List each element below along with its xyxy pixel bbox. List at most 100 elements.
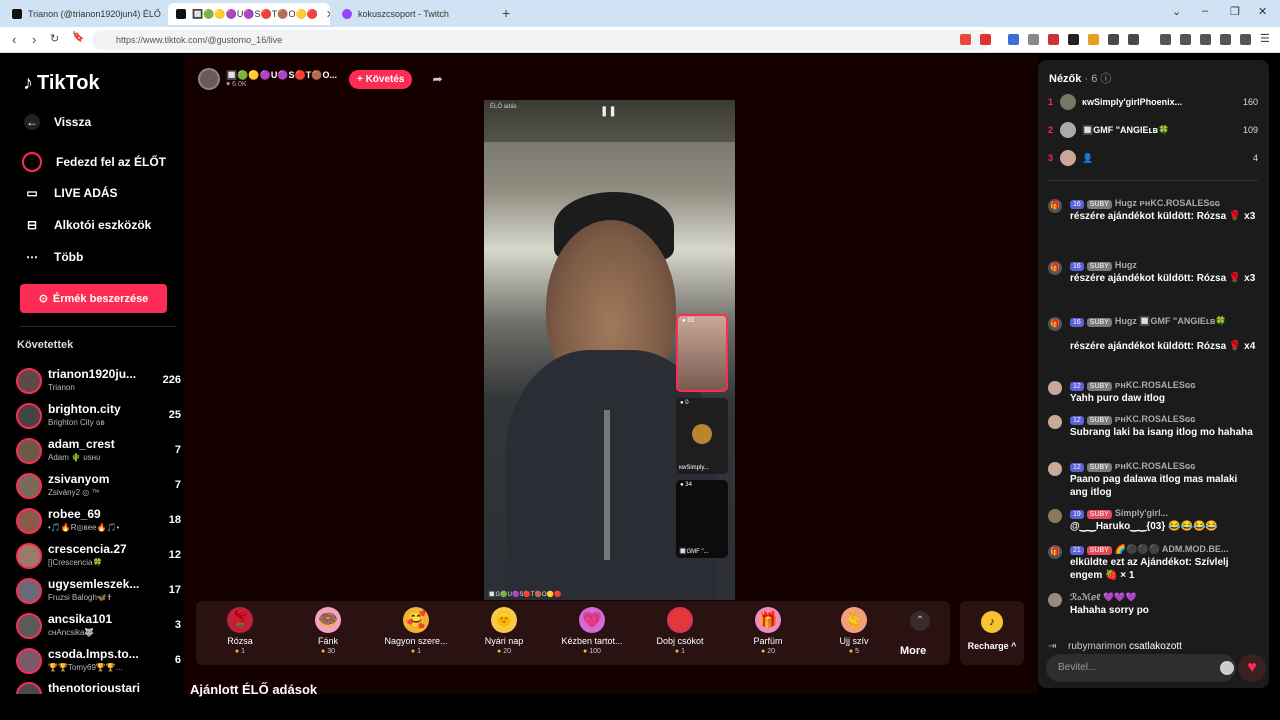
extension-icon[interactable]	[1128, 34, 1139, 45]
bookmark-icon[interactable]: 🔖	[72, 32, 84, 43]
pause-icon[interactable]: ❚❚	[600, 106, 617, 117]
following-item[interactable]: thenotorioustari	[16, 681, 181, 694]
avatar	[16, 578, 42, 604]
guest-avatar	[692, 424, 712, 444]
following-item[interactable]: robee_69 •🎵🔥R◎ʙee🔥🎵• 18	[16, 507, 181, 539]
extension-icon[interactable]	[1108, 34, 1119, 45]
extension-icon[interactable]	[1088, 34, 1099, 45]
stream-footer-name: 🔲G🟢U🟣S🔴T🟤O🟡🔴	[488, 592, 562, 598]
tiktok-logo[interactable]: ♪ TikTok	[23, 72, 100, 95]
chevron-down-icon[interactable]: ⌄	[1172, 5, 1181, 18]
viewer-count: 3	[174, 619, 181, 631]
sidebar-item-explore-live[interactable]: Fedezd fel az ÉLŐT	[22, 152, 166, 172]
gift-icon: 🎁	[1048, 545, 1062, 559]
host-name[interactable]: 🔲🟢🟡🟣U🟣S🔴T🟤O...	[226, 70, 337, 81]
gift-icon: 🌹	[227, 607, 253, 633]
following-item[interactable]: adam_crest Adam 🌵 ᴜsʜᴜ 7	[16, 437, 181, 469]
get-coins-button[interactable]: ⊙ Érmék beszerzése	[20, 284, 167, 313]
extension-icon[interactable]	[1048, 34, 1059, 45]
forward-icon[interactable]: ›	[32, 32, 36, 47]
reload-icon[interactable]: ↻	[50, 32, 59, 45]
chat-username[interactable]: ℛℴℳℯℓ 💜💜💜	[1070, 592, 1137, 602]
more-dots-icon: ⋯	[26, 250, 38, 264]
extensions-icon[interactable]	[1220, 34, 1231, 45]
vpn-icon[interactable]	[1240, 34, 1251, 45]
chat-username[interactable]: Simply'girl...	[1115, 508, 1168, 518]
live-video[interactable]: ÉLŐ adás ❚❚ ● 33 ● 0 ᴋwSimply... ● 34 🔲G…	[484, 100, 735, 600]
info-icon[interactable]: ⓘ	[1100, 73, 1111, 85]
url-input[interactable]: https://www.tiktok.com/@gustomo_16/live	[92, 30, 990, 50]
chat-username[interactable]: ᴘʜKC.ROSALESɢɢ	[1115, 414, 1196, 424]
avatar	[16, 438, 42, 464]
tab-title: kokuszcsoport - Twitch	[358, 9, 449, 19]
gift-item[interactable]: 💗 Kézben tartot... 100	[552, 607, 632, 655]
viewer-count: 25	[168, 409, 181, 421]
follow-button[interactable]: + Követés	[348, 69, 413, 89]
gift-item[interactable]: 🌞 Nyári nap 20	[464, 607, 544, 655]
chat-username[interactable]: ᴘʜKC.ROSALESɢɢ	[1115, 380, 1196, 390]
following-item[interactable]: ugysemleszek... Fruzsi Balogh🦋🕇 17	[16, 577, 181, 609]
browser-tab[interactable]: kokuszcsoport - Twitch	[334, 3, 498, 25]
chat-username[interactable]: Hugz ᴘʜKC.ROSALESɢɢ	[1115, 198, 1220, 208]
extension-icon[interactable]	[1008, 34, 1019, 45]
host-avatar[interactable]	[198, 68, 220, 90]
following-item[interactable]: ancsika101 ᴄʜAncsika🐺 3	[16, 612, 181, 644]
chat-username[interactable]: Hugz 🔲GMF "ANGIEʟʙ🍀	[1115, 316, 1227, 326]
browser-tab[interactable]: Trianon (@trianon1920jun4) ÉLŐ adás	[4, 3, 164, 25]
gift-item[interactable]: 🌹 Rózsa 1	[200, 607, 280, 655]
chat-message: ℛℴℳℯℓ 💜💜💜 Hahaha sorry po	[1048, 592, 1262, 620]
close-window-icon[interactable]: ✕	[1258, 5, 1267, 18]
guest-window[interactable]: ● 33	[676, 314, 728, 392]
like-heart-button[interactable]: ♥	[1238, 654, 1266, 682]
wallet-icon[interactable]	[1200, 34, 1211, 45]
gift-item[interactable]: 🫰 Ujj szív 5	[814, 607, 894, 655]
joined-username[interactable]: rubymarimon	[1068, 641, 1126, 652]
music-icon[interactable]	[1160, 34, 1171, 45]
chat-input[interactable]: Bevitel...	[1046, 654, 1236, 682]
extension-icon[interactable]	[1028, 34, 1039, 45]
following-item[interactable]: brighton.city Brighton City ɢʙ 25	[16, 402, 181, 434]
browser-tab-active[interactable]: 🔲🟢🟡🟣U🟣S🔴T🟤O🟡🔴 ✕	[168, 3, 330, 25]
guest-window[interactable]: ● 0 ᴋwSimply...	[676, 398, 728, 474]
gift-icon: 🌞	[491, 607, 517, 633]
chat-username[interactable]: Hugz	[1115, 260, 1137, 270]
rewards-icon[interactable]	[980, 34, 991, 45]
viewers-label: Nézők	[1049, 73, 1082, 85]
guest-window[interactable]: ● 34 🔲GMF "...	[676, 480, 728, 558]
brave-shield-icon[interactable]	[960, 34, 971, 45]
following-item[interactable]: crescencia.27 []Crescencia🍀 12	[16, 542, 181, 574]
following-item[interactable]: csoda.lmps.to... 🏆🏆Tomy69🏆🏆... 6	[16, 647, 181, 679]
following-item[interactable]: zsivanyom Zsivány2 ◎ ™ 7	[16, 472, 181, 504]
sidebar-icon[interactable]	[1180, 34, 1191, 45]
viewer-count: 7	[174, 444, 181, 456]
minimize-icon[interactable]: –	[1202, 5, 1208, 17]
gift-item[interactable]: 💋 Dobj csókot 1	[640, 607, 720, 655]
ranking-row[interactable]: 3 👤 4	[1048, 150, 1258, 168]
close-icon[interactable]: ✕	[318, 8, 330, 21]
live-avatar-icon	[22, 152, 42, 172]
following-item[interactable]: trianon1920ju... Trianon 226	[16, 367, 181, 399]
viewers-header[interactable]: Nézők · 6 ⓘ	[1049, 70, 1111, 86]
restore-icon[interactable]: ❐	[1230, 5, 1240, 18]
sidebar-item-live[interactable]: ▭ LIVE ADÁS	[24, 185, 117, 201]
gift-item[interactable]: 🎁 Parfüm 20	[728, 607, 808, 655]
gift-item[interactable]: 🥰 Nagyon szere... 1	[376, 607, 456, 655]
chevron-up-icon[interactable]: ⌃	[910, 611, 930, 631]
chat-username[interactable]: ᴘʜKC.ROSALESɢɢ	[1115, 461, 1196, 471]
sidebar-item-creator-tools[interactable]: ⊟ Alkotói eszközök	[24, 217, 151, 233]
gift-item[interactable]: 🍩 Fánk 30	[288, 607, 368, 655]
back-link[interactable]: ← Vissza	[24, 114, 91, 130]
more-gifts-button[interactable]: More	[900, 645, 926, 657]
sidebar-item-more[interactable]: ⋯ Több	[24, 249, 83, 265]
share-icon[interactable]: ➦	[432, 72, 442, 86]
ranking-row[interactable]: 1 ᴋwSimply'girlPhoenix... 160	[1048, 94, 1258, 112]
new-tab-icon[interactable]: +	[502, 5, 510, 21]
gift-icon: 🍩	[315, 607, 341, 633]
emoji-icon[interactable]	[1220, 661, 1234, 675]
back-icon[interactable]: ‹	[12, 32, 16, 47]
chat-username[interactable]: 🌈⚫⚫⚫ ADM.MOD.BE...	[1115, 544, 1229, 554]
ranking-row[interactable]: 2 🔲GMF "ANGIEʟʙ🍀 109	[1048, 122, 1258, 140]
extension-icon[interactable]	[1068, 34, 1079, 45]
menu-icon[interactable]: ☰	[1260, 32, 1270, 45]
recharge-button[interactable]: ♪ Recharge ^	[960, 601, 1024, 665]
